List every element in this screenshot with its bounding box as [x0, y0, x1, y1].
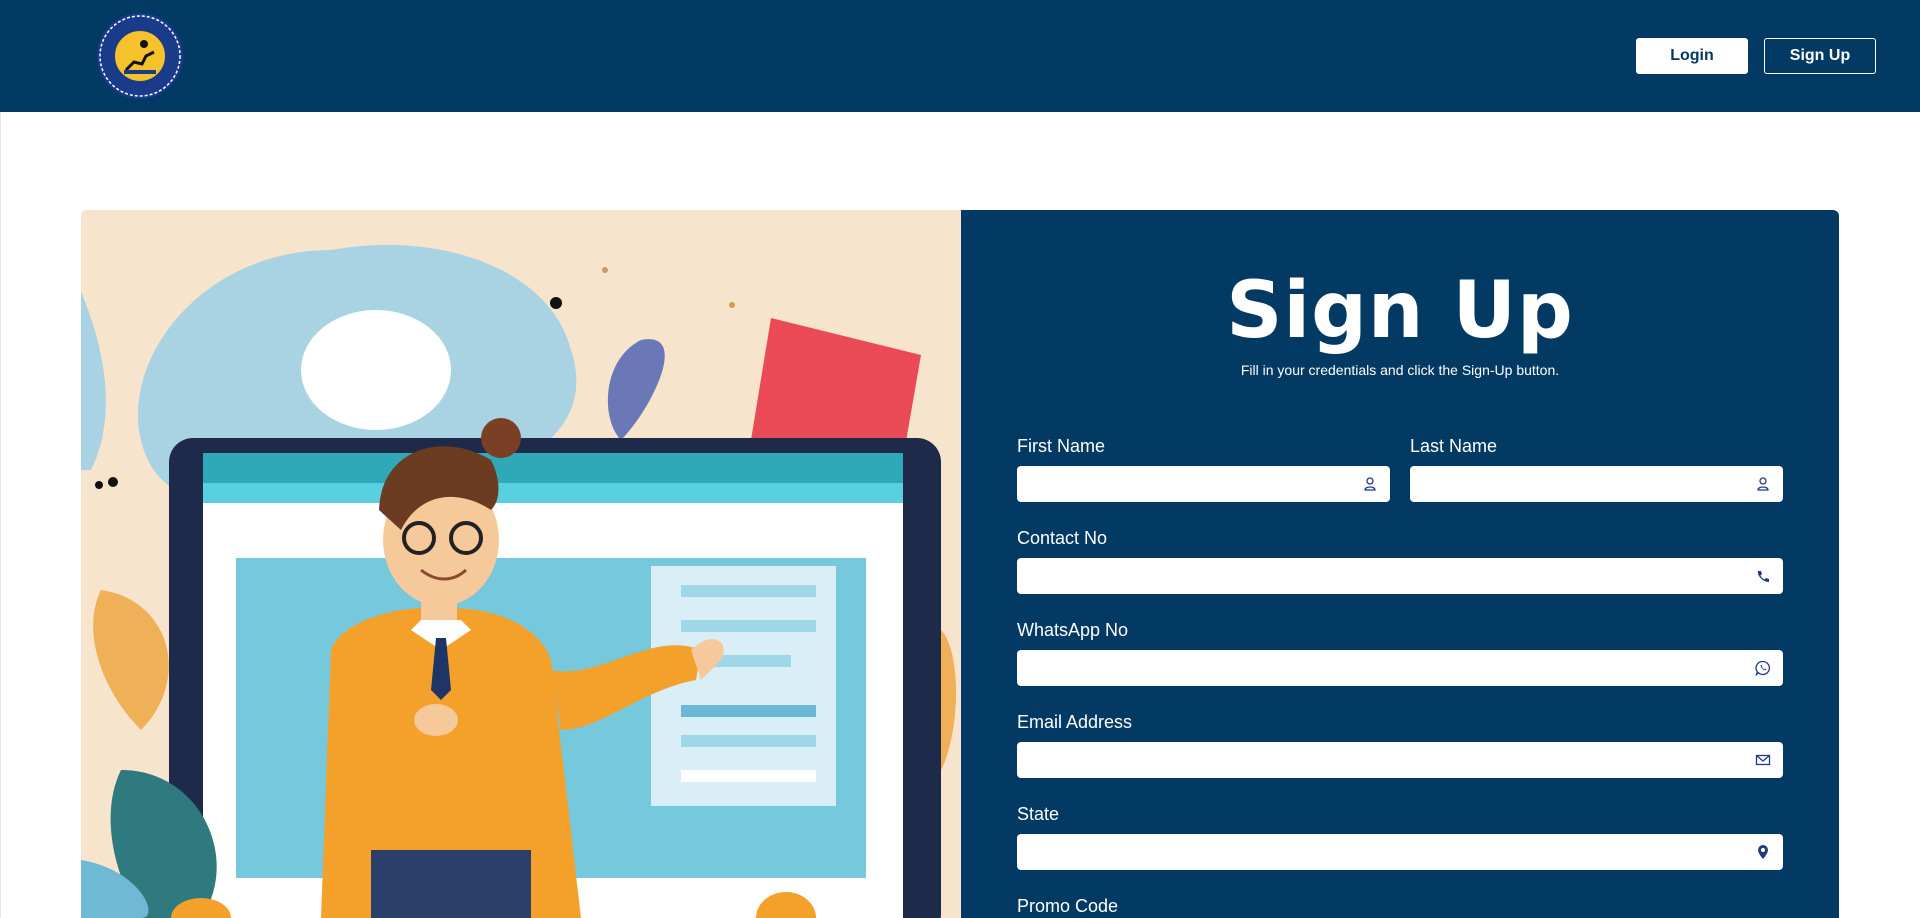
login-button[interactable]: Login — [1636, 38, 1748, 74]
first-name-field[interactable] — [1017, 466, 1390, 502]
email-input[interactable] — [1017, 742, 1783, 778]
first-name-label: First Name — [1017, 436, 1106, 456]
first-name-input[interactable] — [1017, 466, 1390, 502]
email-label: Email Address — [1017, 712, 1133, 732]
page-subtitle: Fill in your credentials and click the S… — [1240, 362, 1560, 378]
teacher-illustration — [81, 210, 961, 918]
contact-no-field[interactable] — [1017, 558, 1783, 594]
whatsapp-no-field[interactable] — [1017, 650, 1783, 686]
whatsapp-no-label: WhatsApp No — [1017, 620, 1129, 640]
state-input[interactable] — [1017, 834, 1783, 870]
promo-code-label: Promo Code — [1017, 896, 1119, 916]
whatsapp-no-input[interactable] — [1017, 650, 1783, 686]
state-field[interactable] — [1017, 834, 1783, 870]
mail-icon — [1755, 754, 1771, 766]
top-navbar: Login Sign Up — [0, 0, 1920, 112]
signup-nav-button[interactable]: Sign Up — [1764, 38, 1876, 74]
signup-form-panel: Sign Up Fill in your credentials and cli… — [961, 210, 1839, 918]
email-field[interactable] — [1017, 742, 1783, 778]
phone-icon — [1757, 571, 1769, 582]
contact-no-label: Contact No — [1017, 528, 1108, 548]
user-icon — [1757, 477, 1769, 491]
location-pin-icon — [1758, 845, 1768, 859]
page-title: Sign Up — [1226, 266, 1574, 356]
contact-no-input[interactable] — [1017, 558, 1783, 594]
last-name-field[interactable] — [1410, 466, 1783, 502]
illustration-panel — [81, 210, 961, 918]
last-name-input[interactable] — [1410, 466, 1783, 502]
user-icon — [1364, 477, 1376, 491]
state-label: State — [1017, 804, 1060, 824]
last-name-label: Last Name — [1410, 436, 1498, 456]
whatsapp-icon — [1755, 660, 1771, 676]
signup-card: Sign Up Fill in your credentials and cli… — [81, 210, 1839, 918]
brand-logo[interactable] — [96, 12, 184, 100]
page-left-border — [0, 112, 1, 918]
